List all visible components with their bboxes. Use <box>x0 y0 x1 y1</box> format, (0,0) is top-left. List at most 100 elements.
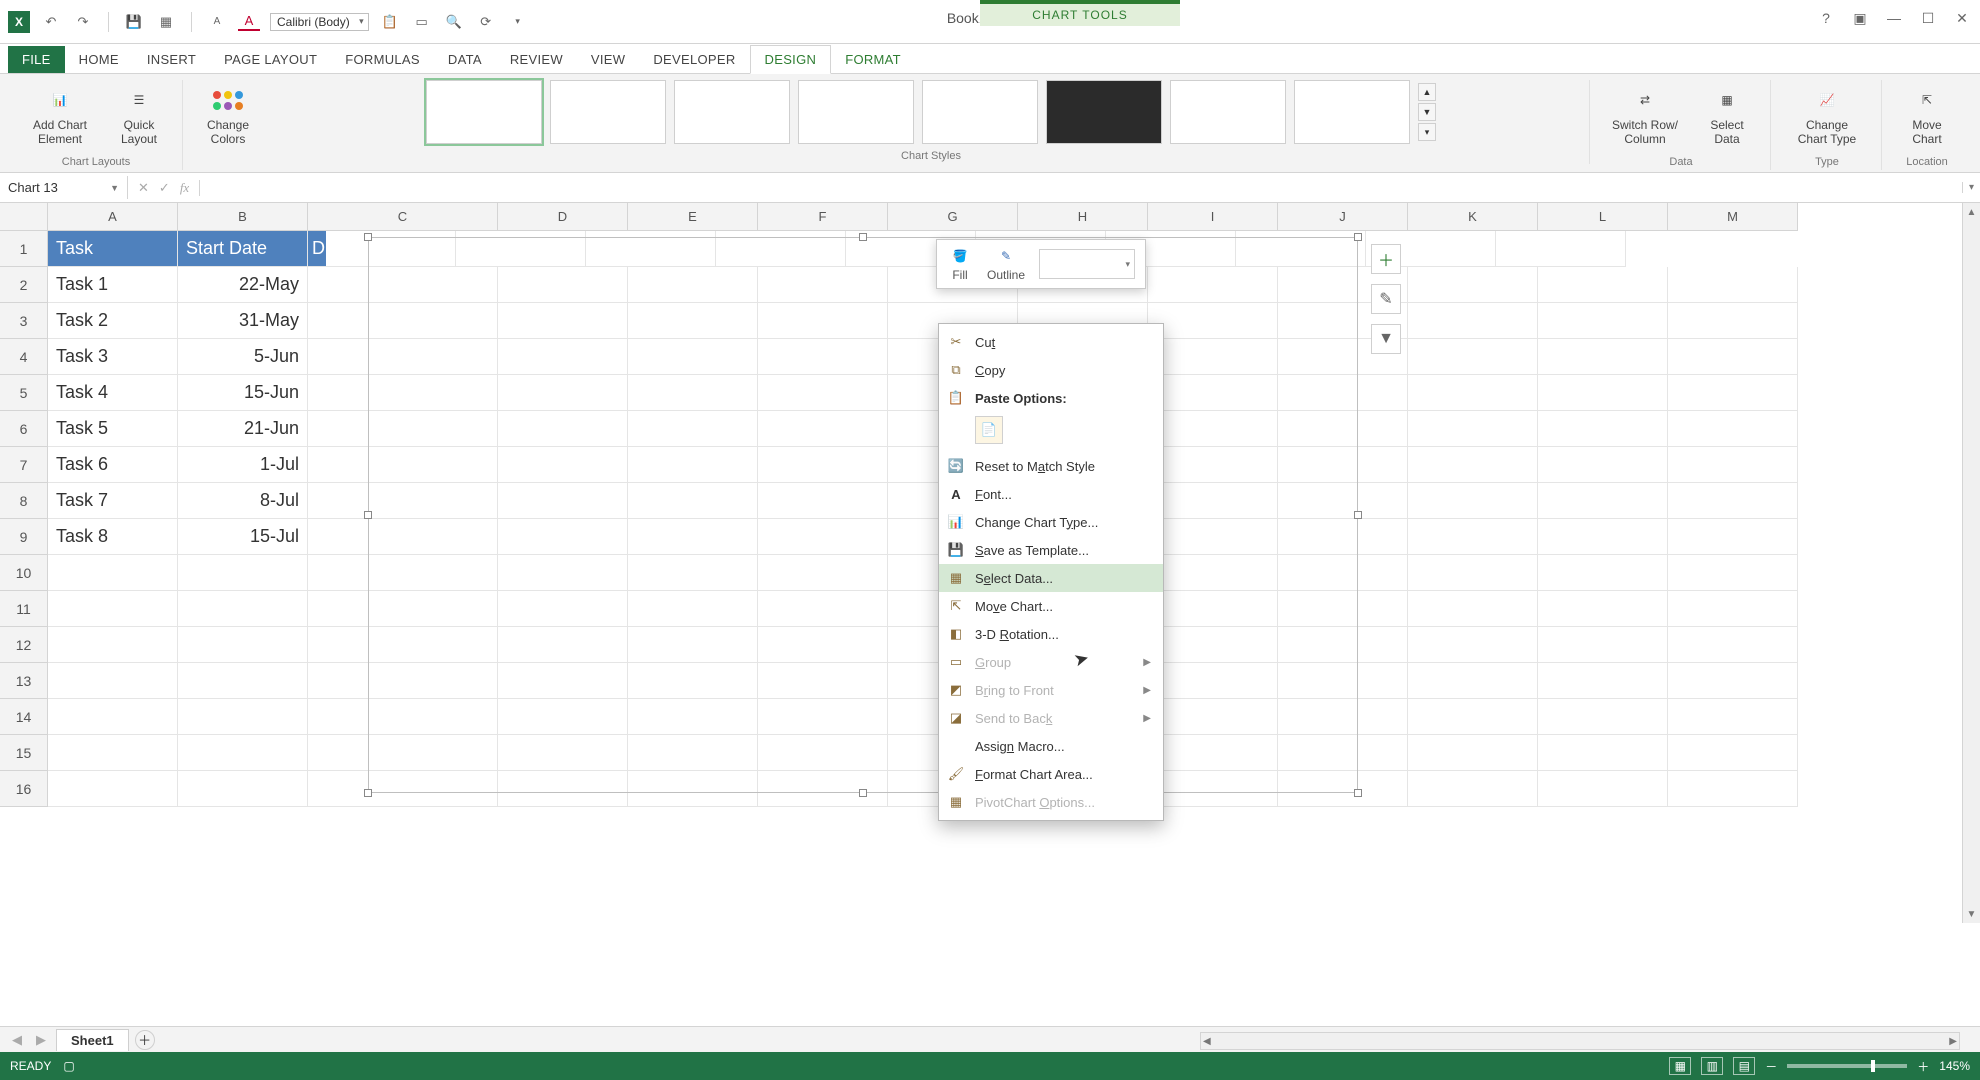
cell[interactable] <box>1408 375 1538 411</box>
outline-button[interactable]: ✎ Outline <box>987 246 1025 282</box>
change-chart-type-button[interactable]: 📈 Change Chart Type <box>1783 80 1871 150</box>
row-header[interactable]: 10 <box>0 555 48 591</box>
ctx-save-as-template[interactable]: 💾Save as Template... <box>939 536 1163 564</box>
ctx-reset-match-style[interactable]: 🔄Reset to Match Style <box>939 452 1163 480</box>
cell[interactable] <box>1538 519 1668 555</box>
cell[interactable] <box>1668 591 1798 627</box>
chart-resize-handle[interactable] <box>364 511 372 519</box>
cell[interactable]: 15-Jul <box>178 519 308 555</box>
close-button[interactable]: ✕ <box>1952 8 1972 28</box>
cell[interactable] <box>48 771 178 807</box>
row-header[interactable]: 7 <box>0 447 48 483</box>
zoom-button[interactable]: 🔍 <box>443 11 465 33</box>
row-header[interactable]: 5 <box>0 375 48 411</box>
col-header-E[interactable]: E <box>628 203 758 231</box>
formula-input[interactable] <box>200 184 1962 192</box>
quick-layout-button[interactable]: ☰ Quick Layout <box>106 80 172 150</box>
cell[interactable] <box>1668 411 1798 447</box>
help-button[interactable]: ? <box>1816 8 1836 28</box>
cell[interactable] <box>1538 483 1668 519</box>
print-preview-button[interactable]: ▦ <box>155 11 177 33</box>
cancel-formula-button[interactable]: ✕ <box>138 180 149 196</box>
col-header-H[interactable]: H <box>1018 203 1148 231</box>
cell[interactable] <box>1538 411 1668 447</box>
change-colors-button[interactable]: Change Colors <box>195 80 261 150</box>
cell[interactable] <box>1538 735 1668 771</box>
minimize-button[interactable]: — <box>1884 8 1904 28</box>
zoom-out-button[interactable]: － <box>1765 1058 1777 1075</box>
tab-design[interactable]: DESIGN <box>750 45 832 74</box>
cell[interactable] <box>1408 627 1538 663</box>
font-picker[interactable]: Calibri (Body) <box>270 13 369 31</box>
chart-resize-handle[interactable] <box>1354 233 1362 241</box>
vertical-scrollbar[interactable]: ▲▼ <box>1962 203 1980 923</box>
cell[interactable] <box>1538 303 1668 339</box>
cell[interactable] <box>1668 447 1798 483</box>
cell[interactable] <box>1408 771 1538 807</box>
zoom-in-button[interactable]: ＋ <box>1917 1058 1929 1075</box>
col-header-C[interactable]: C <box>308 203 498 231</box>
row-header[interactable]: 13 <box>0 663 48 699</box>
mini-style-picker[interactable]: ▾ <box>1039 249 1135 279</box>
ctx-format-chart-area[interactable]: 🖌Format Chart Area... <box>939 760 1163 788</box>
chart-style-1[interactable] <box>426 80 542 144</box>
macro-record-icon[interactable]: ▢ <box>63 1059 74 1073</box>
fx-icon[interactable]: fx <box>180 180 189 196</box>
chart-style-7[interactable] <box>1170 80 1286 144</box>
cell[interactable]: Task 2 <box>48 303 178 339</box>
cell[interactable]: Task 4 <box>48 375 178 411</box>
select-data-button[interactable]: ▦ Select Data <box>1694 80 1760 150</box>
row-header[interactable]: 2 <box>0 267 48 303</box>
cell[interactable]: 21-Jun <box>178 411 308 447</box>
cell[interactable]: Task 3 <box>48 339 178 375</box>
chart-resize-handle[interactable] <box>859 789 867 797</box>
enter-formula-button[interactable]: ✓ <box>159 180 170 196</box>
chart-style-2[interactable] <box>550 80 666 144</box>
cell[interactable]: Task 5 <box>48 411 178 447</box>
view-normal-button[interactable]: ▦ <box>1669 1057 1691 1075</box>
ctx-copy[interactable]: ⧉Copy <box>939 356 1163 384</box>
cell[interactable]: Task 8 <box>48 519 178 555</box>
row-header[interactable]: 16 <box>0 771 48 807</box>
col-header-B[interactable]: B <box>178 203 308 231</box>
row-header[interactable]: 8 <box>0 483 48 519</box>
cell[interactable] <box>1668 555 1798 591</box>
tab-view[interactable]: VIEW <box>577 46 639 73</box>
cell[interactable] <box>1408 483 1538 519</box>
ctx-move-chart[interactable]: ⇱Move Chart... <box>939 592 1163 620</box>
cell[interactable] <box>1538 267 1668 303</box>
select-all-corner[interactable] <box>0 203 48 231</box>
tab-format[interactable]: FORMAT <box>831 46 915 73</box>
chart-resize-handle[interactable] <box>859 233 867 241</box>
col-header-F[interactable]: F <box>758 203 888 231</box>
chart-styles-button[interactable]: ✎ <box>1371 284 1401 314</box>
cell[interactable]: 22-May <box>178 267 308 303</box>
row-header[interactable]: 4 <box>0 339 48 375</box>
cell[interactable] <box>48 591 178 627</box>
chart-style-6[interactable] <box>1046 80 1162 144</box>
cell[interactable] <box>1668 735 1798 771</box>
refresh-button[interactable]: ⟳ <box>475 11 497 33</box>
chart-resize-handle[interactable] <box>1354 511 1362 519</box>
chart-elements-button[interactable]: ＋ <box>1371 244 1401 274</box>
cell[interactable] <box>1538 663 1668 699</box>
cell[interactable]: Task 1 <box>48 267 178 303</box>
paste-button[interactable]: 📋 <box>379 11 401 33</box>
cell[interactable] <box>1408 267 1538 303</box>
ctx-3d-rotation[interactable]: ◧3-D Rotation... <box>939 620 1163 648</box>
tab-review[interactable]: REVIEW <box>496 46 577 73</box>
cell[interactable] <box>1496 231 1626 267</box>
cell[interactable]: 8-Jul <box>178 483 308 519</box>
cell[interactable] <box>1668 339 1798 375</box>
cell[interactable] <box>1668 375 1798 411</box>
cell[interactable] <box>1408 339 1538 375</box>
tab-home[interactable]: HOME <box>65 46 133 73</box>
row-header[interactable]: 12 <box>0 627 48 663</box>
cell[interactable] <box>1408 555 1538 591</box>
style-gallery-down[interactable]: ▼ <box>1418 103 1436 121</box>
move-chart-button[interactable]: ⇱ Move Chart <box>1894 80 1960 150</box>
cell[interactable] <box>178 699 308 735</box>
style-gallery-more[interactable]: ▾ <box>1418 123 1436 141</box>
col-header-A[interactable]: A <box>48 203 178 231</box>
cell[interactable] <box>1408 663 1538 699</box>
